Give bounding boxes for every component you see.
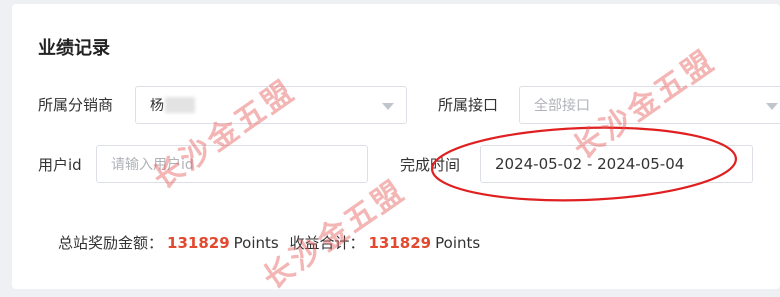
user-id-placeholder: 请输入用户id — [111, 157, 194, 173]
income-total-unit: Points — [435, 234, 481, 252]
income-total-value: 131829 — [368, 234, 432, 252]
chevron-down-icon — [382, 103, 394, 110]
total-reward-label: 总站奖励金额： — [58, 234, 164, 252]
income-total-label: 收益合计： — [289, 234, 365, 252]
summary-bar: 总站奖励金额： 131829 Points 收益合计： 131829 Points — [58, 232, 486, 253]
page-title: 业绩记录 — [38, 38, 110, 59]
user-id-label: 用户id — [38, 156, 82, 174]
completion-time-label: 完成时间 — [400, 156, 461, 174]
total-reward-unit: Points — [233, 234, 279, 252]
distributor-value: 杨 — [150, 98, 164, 114]
interface-label: 所属接口 — [438, 96, 499, 114]
user-id-input[interactable]: 请输入用户id — [96, 145, 368, 183]
interface-placeholder: 全部接口 — [534, 98, 590, 114]
date-range-value: 2024-05-02 - 2024-05-04 — [495, 155, 685, 173]
total-reward-value: 131829 — [167, 234, 230, 252]
distributor-select[interactable]: 杨 — [135, 86, 407, 124]
interface-select[interactable]: 全部接口 — [519, 86, 780, 124]
date-range-picker[interactable]: 2024-05-02 - 2024-05-04 — [480, 145, 753, 183]
redacted-name — [165, 97, 195, 113]
chevron-down-icon — [766, 103, 778, 110]
distributor-label: 所属分销商 — [38, 96, 114, 114]
